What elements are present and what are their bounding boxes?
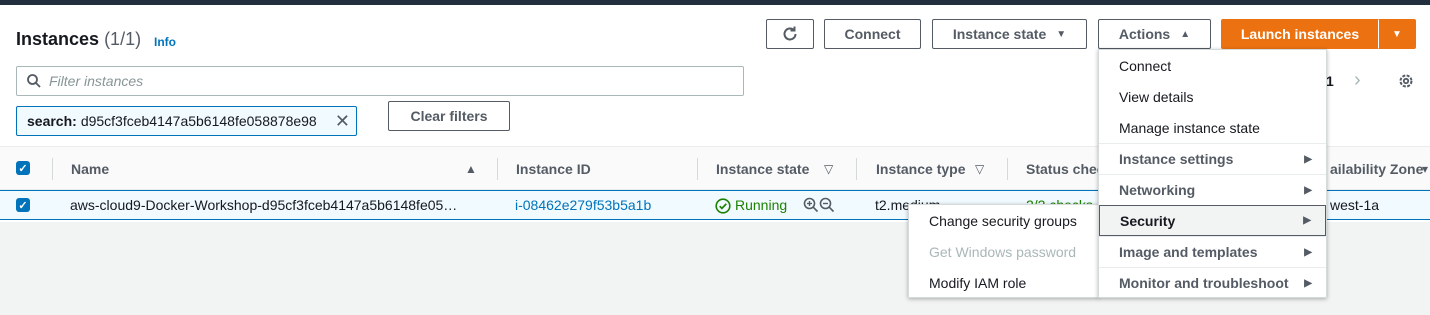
menu-item-networking[interactable]: Networking ▶ bbox=[1099, 174, 1326, 205]
menu-item-view-details[interactable]: View details bbox=[1099, 81, 1326, 112]
menu-item-label: Image and templates bbox=[1119, 244, 1258, 260]
column-header-instance-type[interactable]: Instance type bbox=[876, 161, 965, 177]
caret-up-icon: ▲ bbox=[1180, 28, 1191, 40]
running-status-icon bbox=[715, 198, 731, 214]
sort-icon[interactable]: ▽ bbox=[975, 162, 984, 176]
row-checkbox[interactable]: ✓ bbox=[16, 198, 30, 212]
clear-filters-label: Clear filters bbox=[410, 108, 488, 124]
column-divider bbox=[52, 158, 53, 180]
next-page-icon[interactable]: › bbox=[1354, 69, 1361, 92]
column-divider bbox=[856, 158, 857, 180]
refresh-button[interactable] bbox=[766, 19, 814, 49]
column-header-instance-id[interactable]: Instance ID bbox=[516, 161, 591, 177]
select-all-checkbox[interactable]: ✓ bbox=[16, 161, 30, 175]
search-placeholder: Filter instances bbox=[49, 73, 144, 89]
submenu-arrow-icon: ▶ bbox=[1304, 184, 1312, 196]
filter-token-value: d95cf3fceb4147a5b6148fe058878e98 bbox=[80, 113, 317, 129]
submenu-arrow-icon: ▶ bbox=[1304, 153, 1312, 165]
actions-button[interactable]: Actions ▲ bbox=[1098, 19, 1211, 49]
column-header-name[interactable]: Name bbox=[71, 161, 109, 177]
filter-token: search: d95cf3fceb4147a5b6148fe058878e98… bbox=[16, 106, 357, 136]
menu-item-label: Security bbox=[1120, 212, 1176, 229]
menu-item-label: View details bbox=[1119, 88, 1194, 105]
availability-zone-value: west-1a bbox=[1330, 197, 1380, 213]
column-divider bbox=[497, 158, 498, 180]
instance-name: aws-cloud9-Docker-Workshop-d95cf3fceb414… bbox=[70, 197, 458, 213]
actions-menu: Connect View details Manage instance sta… bbox=[1098, 49, 1327, 298]
connect-button[interactable]: Connect bbox=[824, 19, 921, 49]
menu-item-instance-settings[interactable]: Instance settings ▶ bbox=[1099, 143, 1326, 174]
title-text: Instances bbox=[16, 29, 100, 49]
instance-state-button[interactable]: Instance state ▼ bbox=[932, 19, 1087, 49]
instance-state-value: Running bbox=[735, 197, 788, 213]
submenu-arrow-icon: ▶ bbox=[1303, 215, 1311, 226]
zoom-in-icon[interactable] bbox=[803, 197, 819, 213]
search-icon bbox=[27, 74, 41, 88]
menu-item-connect[interactable]: Connect bbox=[1099, 50, 1326, 81]
get-windows-password-item: Get Windows password bbox=[929, 244, 1077, 260]
caret-down-icon: ▼ bbox=[1392, 28, 1402, 40]
menu-item-manage-instance-state[interactable]: Manage instance state bbox=[1099, 112, 1326, 143]
page-number[interactable]: 1 bbox=[1326, 73, 1334, 89]
column-header-status-check[interactable]: Status chec bbox=[1026, 161, 1105, 177]
modify-iam-role-item[interactable]: Modify IAM role bbox=[929, 275, 1026, 291]
submenu-arrow-icon: ▶ bbox=[1304, 277, 1312, 289]
launch-dropdown-button[interactable]: ▼ bbox=[1378, 19, 1416, 49]
instance-id-link[interactable]: i-08462e279f53b5a1b bbox=[515, 197, 651, 213]
column-divider bbox=[697, 158, 698, 180]
column-header-availability-zone[interactable]: ailability Zone bbox=[1330, 161, 1423, 177]
change-security-groups-item[interactable]: Change security groups bbox=[929, 213, 1077, 229]
info-link[interactable]: Info bbox=[154, 35, 176, 49]
caret-down-icon: ▼ bbox=[1056, 28, 1067, 40]
submenu-arrow-icon: ▶ bbox=[1304, 246, 1312, 258]
sort-icon[interactable]: ▾ bbox=[1422, 162, 1428, 176]
clear-filters-button[interactable]: Clear filters bbox=[388, 101, 510, 131]
column-divider bbox=[1007, 158, 1008, 180]
actions-label: Actions bbox=[1118, 26, 1171, 42]
sort-ascending-icon[interactable]: ▲ bbox=[465, 162, 477, 176]
title-count: (1/1) bbox=[104, 29, 142, 49]
menu-item-security[interactable]: Security ▶ bbox=[1099, 205, 1326, 236]
column-header-instance-state[interactable]: Instance state bbox=[716, 161, 809, 177]
filter-token-key: search: bbox=[27, 113, 77, 129]
menu-item-label: Manage instance state bbox=[1119, 119, 1260, 136]
menu-item-monitor-and-troubleshoot[interactable]: Monitor and troubleshoot ▶ bbox=[1099, 267, 1326, 298]
zoom-out-icon[interactable] bbox=[819, 197, 835, 213]
sort-icon[interactable]: ▽ bbox=[824, 162, 833, 176]
search-input[interactable]: Filter instances bbox=[16, 66, 744, 96]
menu-item-label: Instance settings bbox=[1119, 151, 1234, 167]
menu-item-image-and-templates[interactable]: Image and templates ▶ bbox=[1099, 236, 1326, 267]
instance-state-label: Instance state bbox=[952, 26, 1047, 42]
menu-item-label: Networking bbox=[1119, 182, 1196, 198]
remove-filter-icon[interactable]: ✕ bbox=[335, 111, 350, 132]
launch-instances-button[interactable]: Launch instances bbox=[1221, 19, 1379, 49]
security-submenu: Change security groups Get Windows passw… bbox=[908, 204, 1099, 298]
page-title: Instances (1/1) bbox=[16, 29, 141, 50]
connect-label: Connect bbox=[844, 26, 901, 42]
refresh-icon bbox=[783, 26, 797, 41]
menu-item-label: Monitor and troubleshoot bbox=[1119, 275, 1289, 291]
launch-label: Launch instances bbox=[1240, 26, 1360, 42]
menu-item-label: Connect bbox=[1119, 57, 1172, 74]
settings-gear-icon[interactable] bbox=[1397, 72, 1415, 95]
